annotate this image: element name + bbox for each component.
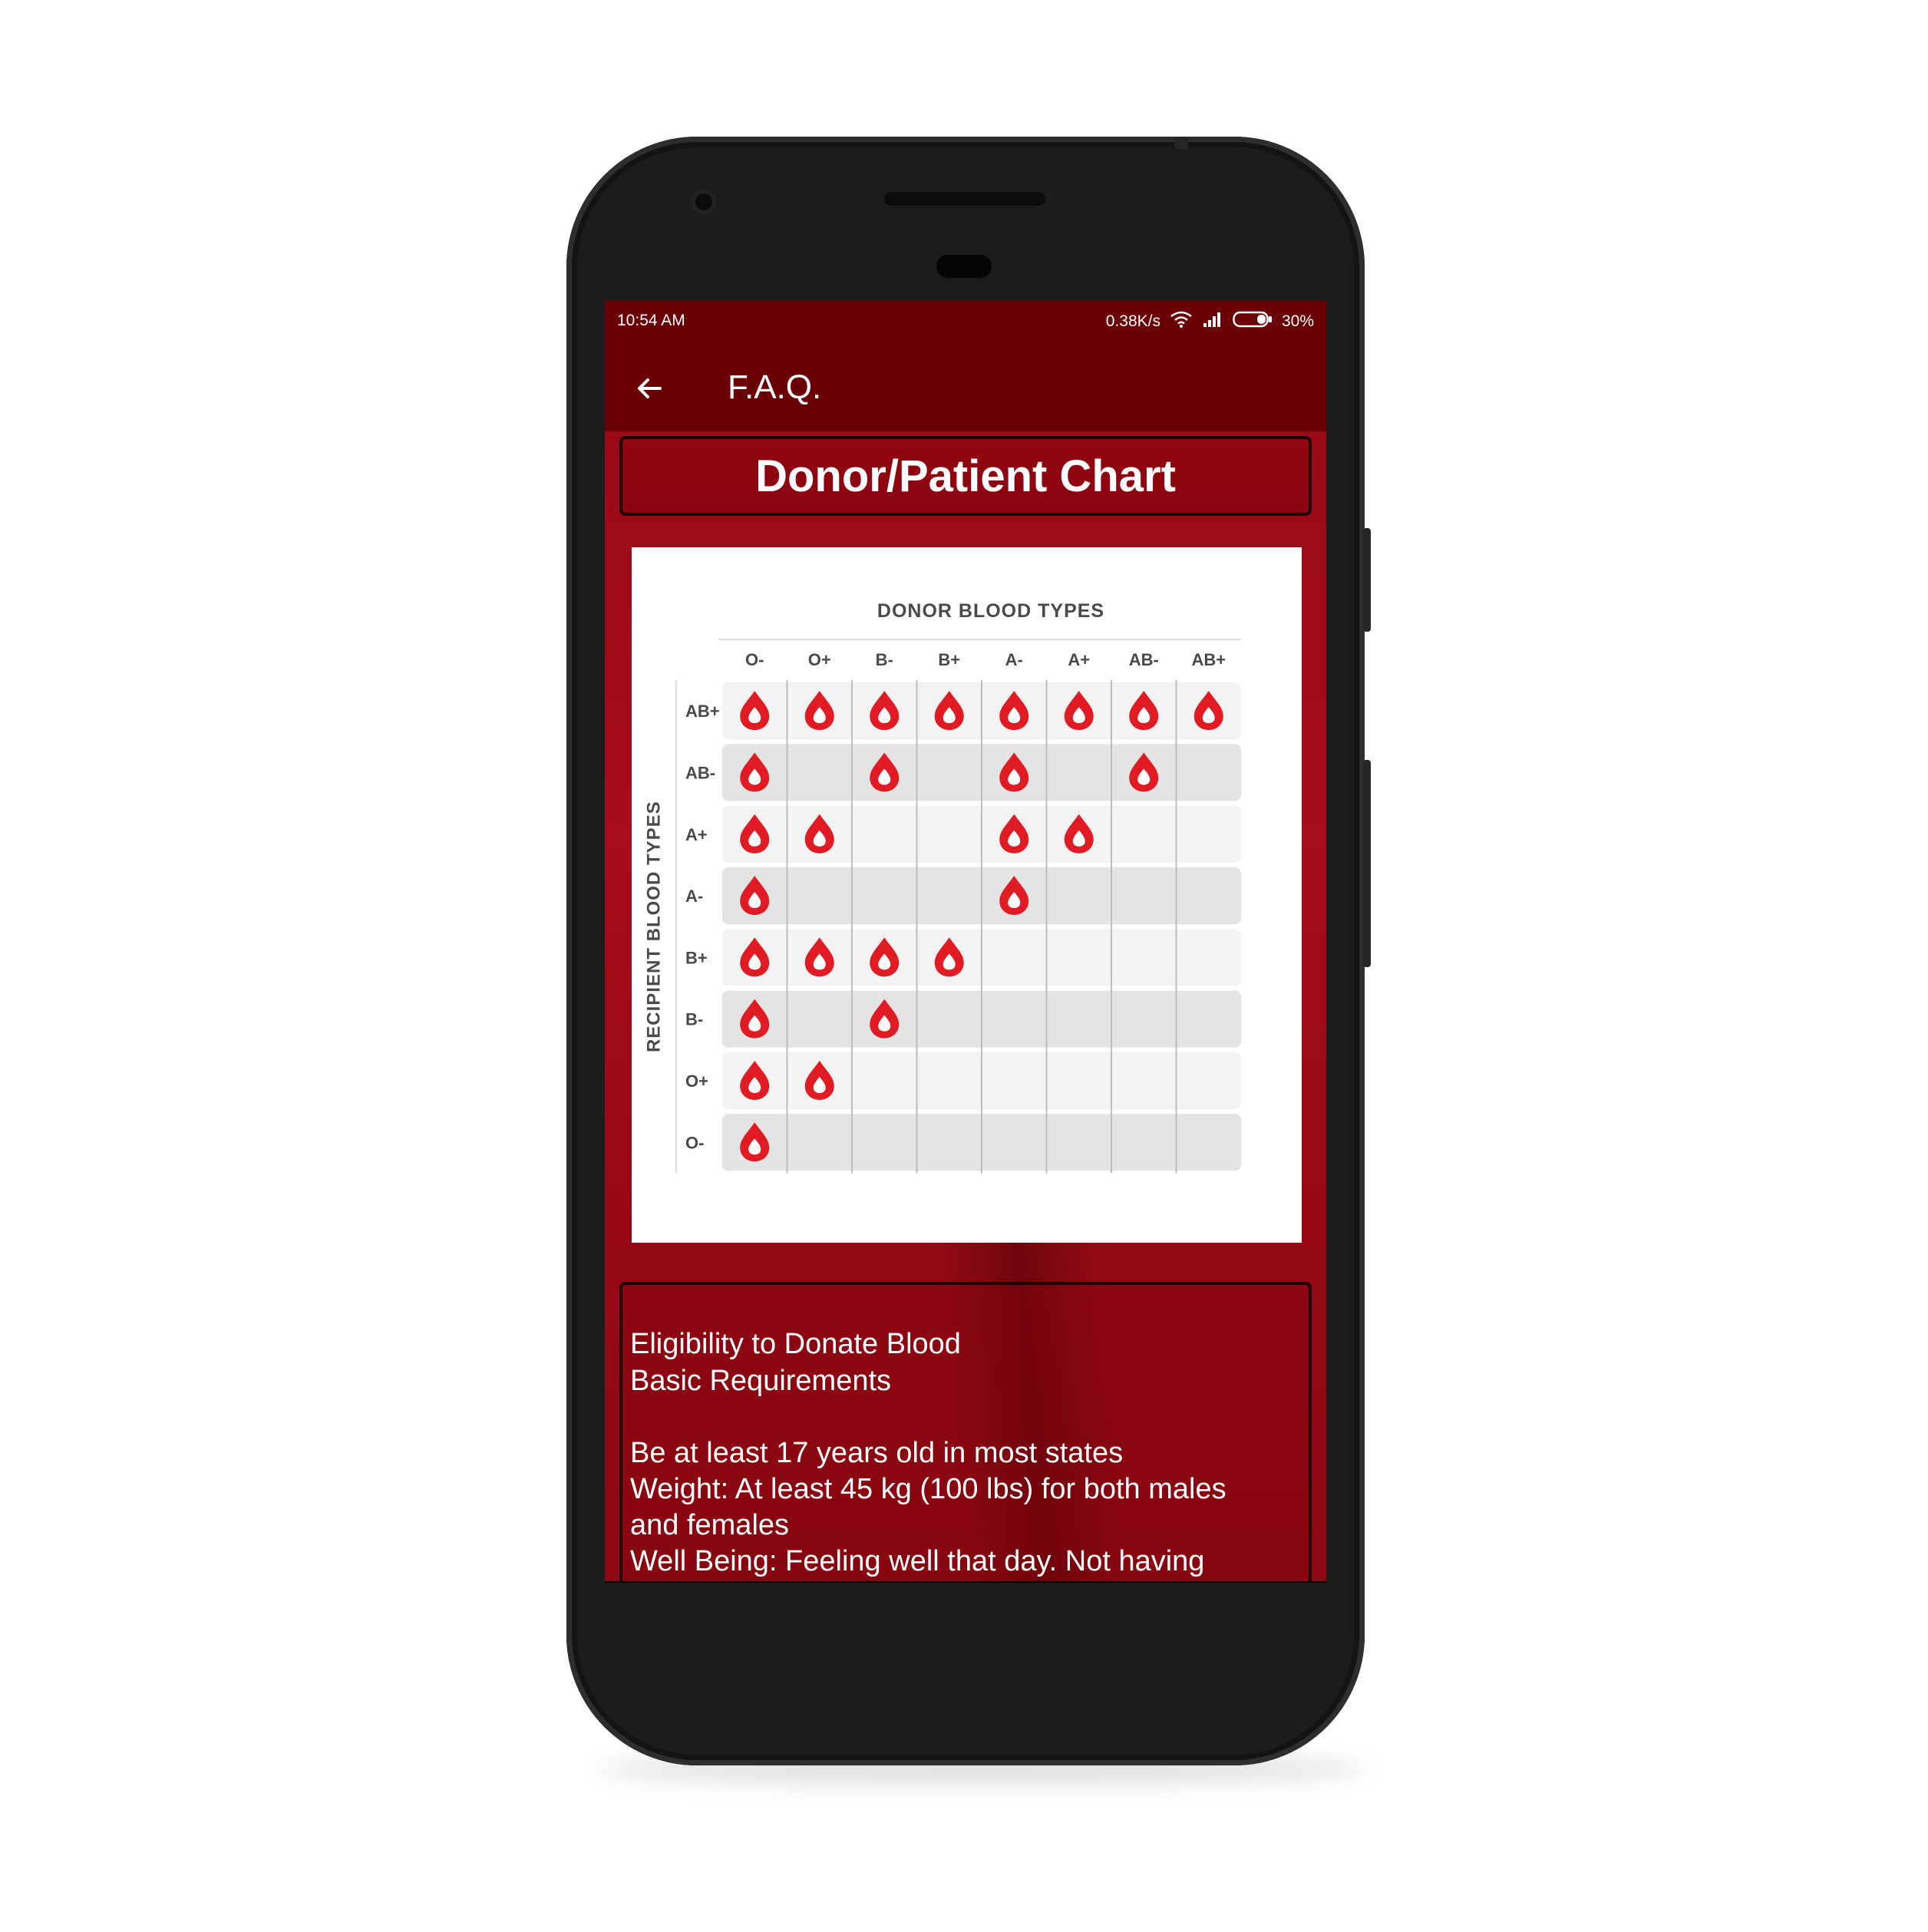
row-label: AB- <box>685 763 715 782</box>
column-label: O- <box>745 650 764 669</box>
page-title: F.A.Q. <box>728 368 822 406</box>
status-icons: 0.38K/s 30% <box>1106 310 1314 333</box>
column-label: B+ <box>938 650 960 669</box>
status-time: 10:54 AM <box>617 312 685 329</box>
column-label: AB- <box>1129 650 1159 669</box>
column-label: A- <box>1005 650 1023 669</box>
recipient-axis-label: RECIPIENT BLOOD TYPES <box>643 801 664 1052</box>
info-line: Be at least 17 years old in most states <box>630 1437 1124 1469</box>
column-label: A+ <box>1068 650 1090 669</box>
column-label: AB+ <box>1191 650 1226 669</box>
signal-icon <box>1202 311 1223 332</box>
info-line: and females <box>630 1509 790 1541</box>
info-line: Eligibility to Donate Blood <box>630 1328 961 1360</box>
row-label: A+ <box>685 825 708 844</box>
row-label: O- <box>685 1133 704 1152</box>
info-line: Well Being: Feeling well that day. Not h… <box>630 1545 1205 1577</box>
chart-banner: Donor/Patient Chart <box>619 436 1312 516</box>
power-button <box>1363 528 1371 632</box>
status-bar: 10:54 AM 0.38K/s 30% <box>605 301 1326 345</box>
row-label: B- <box>685 1010 703 1029</box>
info-line: Weight: At least 45 kg (100 lbs) for bot… <box>630 1473 1226 1505</box>
phone-screen: 10:54 AM 0.38K/s 30% F.A.Q. Donor/Patien… <box>605 301 1326 1583</box>
front-camera <box>691 189 717 215</box>
info-line: Basic Requirements <box>630 1365 892 1397</box>
row-label: B+ <box>685 948 708 967</box>
battery-percent: 30% <box>1281 312 1314 330</box>
wifi-icon <box>1170 310 1193 333</box>
network-speed: 0.38K/s <box>1105 312 1160 330</box>
donor-axis-label: DONOR BLOOD TYPES <box>877 600 1104 622</box>
column-label: O+ <box>808 650 831 669</box>
row-label: A- <box>685 887 703 906</box>
chart-banner-title: Donor/Patient Chart <box>755 451 1176 501</box>
row-label: AB+ <box>685 702 720 721</box>
app-toolbar: F.A.Q. <box>605 345 1326 431</box>
row-label: O+ <box>685 1072 708 1091</box>
compatibility-chart-card: DONOR BLOOD TYPES RECIPIENT BLOOD TYPES O-… <box>632 547 1302 1243</box>
top-notch-marker <box>1174 137 1188 149</box>
back-button[interactable] <box>628 367 671 410</box>
proximity-sensor <box>936 255 992 278</box>
earpiece-speaker <box>884 192 1045 206</box>
battery-icon <box>1233 311 1273 332</box>
volume-button <box>1363 760 1371 967</box>
arrow-left-icon <box>638 378 662 398</box>
compatibility-chart: DONOR BLOOD TYPES RECIPIENT BLOOD TYPES O-… <box>643 600 1241 1174</box>
eligibility-info-card: Eligibility to Donate Blood Basic Require… <box>619 1282 1312 1581</box>
column-label: B- <box>876 650 893 669</box>
faq-screen: 10:54 AM 0.38K/s 30% F.A.Q. Donor/Patien… <box>605 301 1326 1581</box>
